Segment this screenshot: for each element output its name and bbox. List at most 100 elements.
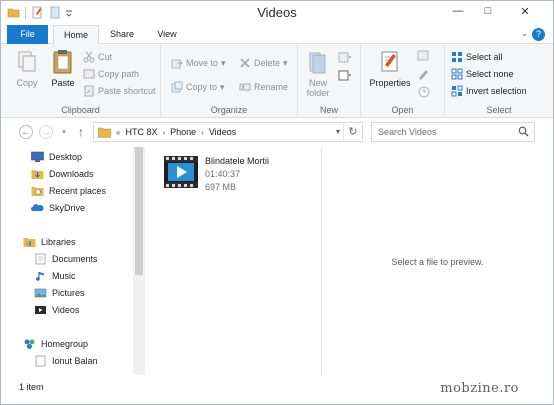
copy-to-icon <box>171 81 183 93</box>
paste-shortcut-button[interactable]: Paste shortcut <box>83 85 156 97</box>
watermark: mobzine.ro <box>440 381 519 396</box>
tab-file[interactable]: File <box>7 25 48 44</box>
group-select: Select all Select none Invert selection … <box>445 44 553 118</box>
chevron-down-icon: ▾ <box>220 81 225 92</box>
file-item[interactable]: Blindatele Mortii 01:40:37 697 MB <box>163 153 303 197</box>
nav-label-skydrive: SkyDrive <box>49 203 86 213</box>
history-icon[interactable] <box>417 86 431 98</box>
help-icon[interactable]: ? <box>532 28 545 41</box>
tab-view[interactable]: View <box>147 25 187 44</box>
cloud-icon <box>31 202 44 214</box>
videos-icon <box>34 304 47 316</box>
invert-selection-button[interactable]: Invert selection <box>451 85 527 97</box>
file-meta: Blindatele Mortii 01:40:37 697 MB <box>205 155 269 194</box>
video-file-icon <box>163 153 199 191</box>
nav-item-desktop[interactable]: Desktop <box>31 151 82 163</box>
breadcrumb-phone[interactable]: Phone <box>170 127 196 137</box>
copy-to-button[interactable]: Copy to ▾ <box>171 81 225 93</box>
edit-icon[interactable] <box>417 68 431 80</box>
move-to-button[interactable]: Move to ▾ <box>171 57 226 69</box>
chevron-down-icon: ▾ <box>283 57 288 68</box>
new-folder-button[interactable]: New folder <box>301 49 335 98</box>
chevron-down-icon[interactable]: ⌄ <box>520 28 528 39</box>
paste-shortcut-label: Paste shortcut <box>98 86 156 96</box>
paste-shortcut-icon <box>83 85 95 97</box>
file-name: Blindatele Mortii <box>205 156 270 166</box>
properties-icon <box>377 49 403 75</box>
nav-item-pictures[interactable]: Pictures <box>34 287 85 299</box>
search-placeholder: Search Videos <box>378 127 437 137</box>
new-item-icon[interactable] <box>338 52 352 64</box>
easy-access-icon[interactable] <box>338 70 352 82</box>
nav-item-libraries[interactable]: Libraries <box>23 236 76 248</box>
nav-item-recent-places[interactable]: Recent places <box>31 185 106 197</box>
tab-share[interactable]: Share <box>101 25 143 44</box>
forward-arrow-icon[interactable]: → <box>39 125 53 139</box>
select-all-button[interactable]: Select all <box>451 51 503 63</box>
close-icon[interactable]: ✕ <box>503 1 547 21</box>
nav-item-homegroup[interactable]: Homegroup <box>23 338 88 350</box>
scrollbar-thumb[interactable] <box>135 147 143 275</box>
select-none-icon <box>451 68 463 80</box>
copy-path-button[interactable]: Copy path <box>83 68 139 80</box>
downloads-icon <box>31 168 44 180</box>
delete-label: Delete <box>254 58 281 68</box>
breadcrumb-htc-8x[interactable]: HTC 8X <box>125 127 157 137</box>
breadcrumb-overflow[interactable]: « <box>116 128 120 137</box>
nav-item-downloads[interactable]: Downloads <box>31 168 94 180</box>
breadcrumb-videos[interactable]: Videos <box>209 127 236 137</box>
search-icon[interactable] <box>518 126 529 137</box>
clipboard-icon <box>50 49 76 75</box>
scissors-icon <box>83 51 95 63</box>
nav-pane-scrollbar[interactable] <box>133 147 145 375</box>
explorer-window: Videos — □ ✕ File Home Share View ⌄ ? Co… <box>0 0 554 405</box>
maximize-icon[interactable]: □ <box>473 1 503 21</box>
copy-label: Copy <box>16 78 38 88</box>
breadcrumb-separator[interactable]: › <box>162 128 165 137</box>
nav-item-music[interactable]: Music <box>34 270 76 282</box>
breadcrumb-separator[interactable]: › <box>201 128 204 137</box>
move-to-label: Move to <box>186 58 219 68</box>
group-organize: Move to ▾ Copy to ▾ Delete ▾ Rename Orga… <box>161 44 298 118</box>
minimize-icon[interactable]: — <box>443 1 473 21</box>
group-label-new: New <box>319 105 338 115</box>
nav-label-ionut-balan: Ionut Balan <box>52 356 98 366</box>
homegroup-icon <box>23 338 36 350</box>
paste-label: Paste <box>51 78 75 88</box>
ribbon-tabs: File Home Share View ⌄ ? <box>1 25 553 45</box>
copy-button[interactable]: Copy <box>11 49 43 88</box>
nav-item-ionut-balan[interactable]: Ionut Balan <box>34 355 98 367</box>
nav-label-desktop: Desktop <box>49 152 83 162</box>
address-bar[interactable]: « HTC 8X › Phone › Videos ▾ ↻ <box>93 122 363 142</box>
cut-button[interactable]: Cut <box>83 51 112 63</box>
chevron-down-icon[interactable]: ▾ <box>57 125 71 139</box>
tab-home[interactable]: Home <box>53 25 99 45</box>
back-arrow-icon[interactable]: ← <box>19 125 33 139</box>
preview-pane: Select a file to preview. <box>322 147 553 375</box>
chevron-down-icon[interactable]: ▾ <box>336 127 340 136</box>
delete-button[interactable]: Delete ▾ <box>239 57 288 69</box>
open-icon[interactable] <box>417 50 431 62</box>
title-bar: Videos — □ ✕ <box>1 1 553 25</box>
file-duration: 01:40:37 <box>205 169 241 179</box>
nav-label-videos: Videos <box>52 305 80 315</box>
properties-button[interactable]: Properties <box>365 49 415 88</box>
up-arrow-icon[interactable]: ↑ <box>74 125 88 139</box>
group-open: Properties Open <box>361 44 445 118</box>
nav-item-skydrive[interactable]: SkyDrive <box>31 202 85 214</box>
copy-path-label: Copy path <box>98 69 140 79</box>
refresh-icon[interactable]: ↻ <box>343 123 362 141</box>
new-folder-label-line2: folder <box>306 88 330 98</box>
paste-button[interactable]: Paste <box>47 49 79 88</box>
file-list: Blindatele Mortii 01:40:37 697 MB <box>149 147 321 375</box>
nav-label-pictures: Pictures <box>52 288 85 298</box>
nav-item-videos[interactable]: Videos <box>34 304 79 316</box>
nav-item-documents[interactable]: Documents <box>34 253 98 265</box>
group-label-open: Open <box>391 105 414 115</box>
search-box[interactable]: Search Videos <box>371 122 535 142</box>
file-size: 697 MB <box>205 182 237 192</box>
select-none-button[interactable]: Select none <box>451 68 514 80</box>
rename-icon <box>239 81 251 93</box>
rename-button[interactable]: Rename <box>239 81 288 93</box>
nav-label-music: Music <box>52 271 76 281</box>
